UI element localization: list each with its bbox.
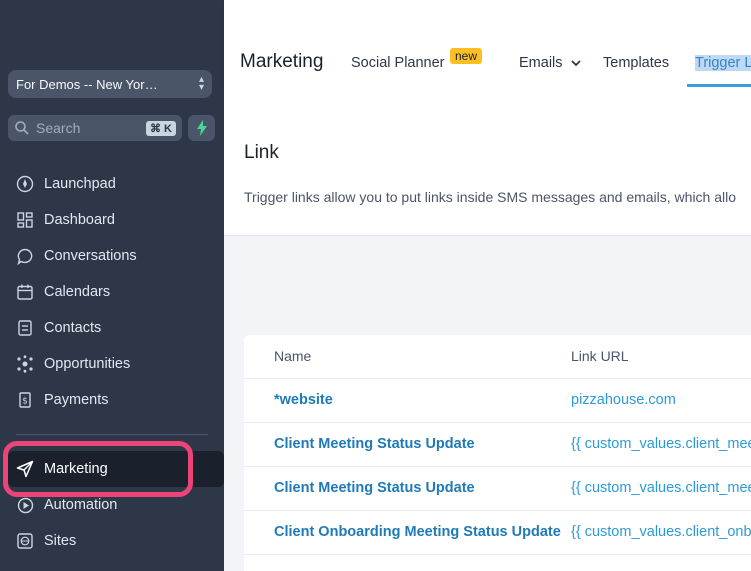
- link-name[interactable]: Client Meeting Status Update: [274, 480, 475, 496]
- automation-icon: [16, 496, 34, 514]
- sidebar-item-label: Sites: [44, 533, 77, 549]
- sidebar-item-automation[interactable]: Automation: [16, 493, 117, 517]
- sidebar-item-label: Payments: [44, 392, 109, 408]
- chat-icon: [16, 247, 34, 265]
- tab-emails[interactable]: Emails: [519, 55, 581, 71]
- section-title: Link: [244, 142, 279, 163]
- sidebar-item-label: Opportunities: [44, 356, 131, 372]
- main-content: Link Trigger links allow you to put link…: [224, 88, 751, 571]
- link-url[interactable]: {{ custom_values.client_mee: [571, 480, 751, 496]
- search-input[interactable]: Search ⌘ K: [8, 115, 182, 141]
- sidebar: For Demos -- New Yor… ▴ ▾ Search ⌘ K Laun…: [0, 0, 224, 571]
- table-row[interactable]: Client Meeting Status Update {{ custom_v…: [244, 467, 751, 511]
- link-section: Link Trigger links allow you to put link…: [224, 88, 751, 236]
- sidebar-item-sites[interactable]: Sites: [16, 529, 76, 553]
- quick-action-button[interactable]: [188, 115, 215, 141]
- page-title: Marketing: [240, 51, 324, 72]
- link-name[interactable]: Client Onboarding Meeting Status Update: [274, 524, 561, 540]
- sidebar-item-contacts[interactable]: Contacts: [16, 316, 101, 340]
- opportunities-icon: [16, 355, 34, 373]
- active-tab-underline: [687, 84, 751, 87]
- rocket-icon: [16, 175, 34, 193]
- chevron-updown-icon: ▴ ▾: [198, 74, 204, 93]
- link-url[interactable]: {{ custom_values.client_onb: [571, 524, 751, 540]
- section-description: Trigger links allow you to put links ins…: [244, 189, 737, 205]
- sidebar-item-dashboard[interactable]: Dashboard: [16, 208, 115, 232]
- chevron-down-icon: [570, 60, 581, 67]
- account-switcher[interactable]: For Demos -- New Yor… ▴ ▾: [8, 70, 212, 98]
- grid-icon: [16, 211, 34, 229]
- sidebar-item-calendars[interactable]: Calendars: [16, 280, 110, 304]
- tab-social-planner[interactable]: Social Planner: [351, 55, 445, 71]
- sidebar-item-opportunities[interactable]: Opportunities: [16, 352, 130, 376]
- svg-text:$: $: [22, 397, 28, 407]
- tab-label: Trigger L: [695, 55, 751, 71]
- tab-trigger-links[interactable]: Trigger L: [695, 55, 751, 71]
- sidebar-item-label: Contacts: [44, 320, 102, 336]
- column-header-url[interactable]: Link URL: [571, 348, 629, 364]
- table-header: Name Link URL: [244, 335, 751, 379]
- column-header-name[interactable]: Name: [274, 348, 311, 364]
- table-row[interactable]: Client Meeting Status Update {{ custom_v…: [244, 423, 751, 467]
- globe-icon: [16, 532, 34, 550]
- account-name: For Demos -- New Yor…: [16, 76, 158, 92]
- link-url[interactable]: {{ custom_values.client_mee: [571, 436, 751, 452]
- search-icon: [15, 121, 29, 135]
- sidebar-item-label: Conversations: [44, 248, 137, 264]
- sidebar-item-label: Automation: [44, 497, 118, 513]
- contacts-icon: [16, 319, 34, 337]
- highlight-annotation: [3, 441, 193, 497]
- tab-label: Social Planner: [351, 55, 445, 71]
- trigger-links-table: Name Link URL *website pizzahouse.com Cl…: [244, 335, 751, 571]
- search-placeholder: Search: [36, 120, 81, 136]
- sidebar-divider: [16, 434, 208, 435]
- new-badge: new: [450, 48, 483, 64]
- top-navigation: Marketing Social Planner new Emails Temp…: [224, 0, 751, 88]
- sidebar-item-launchpad[interactable]: Launchpad: [16, 172, 116, 196]
- search-shortcut: ⌘ K: [146, 120, 176, 136]
- lightning-icon: [196, 120, 207, 136]
- tab-templates[interactable]: Templates: [603, 55, 669, 71]
- sidebar-item-conversations[interactable]: Conversations: [16, 244, 137, 268]
- calendar-icon: [16, 283, 34, 301]
- sidebar-item-label: Dashboard: [44, 212, 115, 228]
- payments-icon: $: [16, 391, 34, 409]
- sidebar-item-payments[interactable]: $ Payments: [16, 388, 108, 412]
- table-row[interactable]: *website pizzahouse.com: [244, 379, 751, 423]
- table-row[interactable]: Client Onboarding Meeting Status Update …: [244, 511, 751, 555]
- link-url[interactable]: pizzahouse.com: [571, 392, 676, 408]
- link-name[interactable]: *website: [274, 392, 333, 408]
- tab-label: Emails: [519, 55, 563, 71]
- sidebar-item-label: Calendars: [44, 284, 111, 300]
- link-name[interactable]: Client Meeting Status Update: [274, 436, 475, 452]
- sidebar-item-label: Launchpad: [44, 176, 116, 192]
- tab-label: Templates: [603, 55, 670, 71]
